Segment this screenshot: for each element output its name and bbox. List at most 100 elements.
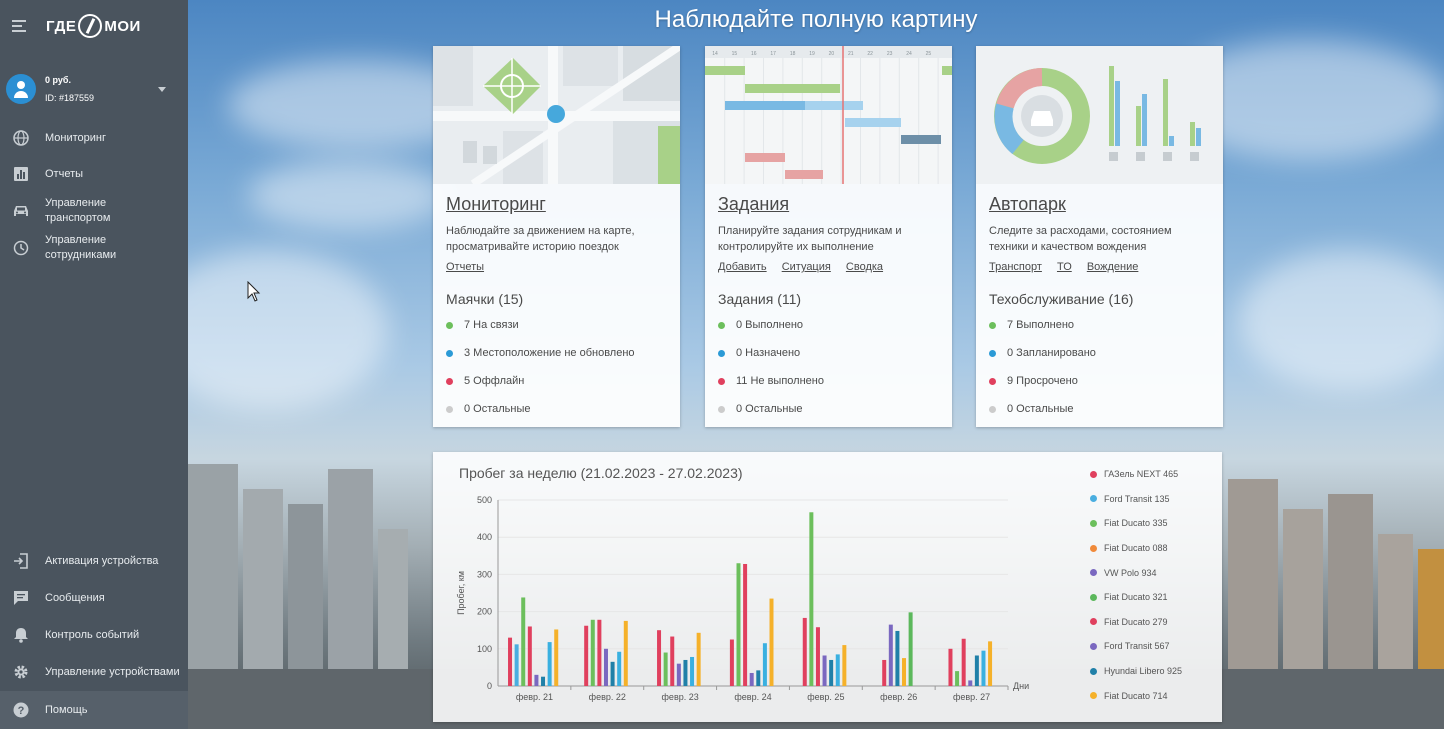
legend-item[interactable]: VW Polo 934 (1090, 560, 1182, 585)
chart-bar[interactable] (534, 674, 539, 686)
legend-item[interactable]: Fiat Ducato 279 (1090, 610, 1182, 635)
summary-link[interactable]: Сводка (846, 261, 883, 273)
chart-bar[interactable] (981, 650, 986, 686)
chart-bar[interactable] (590, 619, 595, 686)
sidebar-item-monitoring[interactable]: Мониторинг (0, 128, 188, 148)
chart-bar[interactable] (541, 676, 546, 686)
chart-bar[interactable] (749, 672, 754, 686)
chart-bar[interactable] (521, 597, 526, 686)
chart-bar[interactable] (743, 563, 748, 686)
chart-bar[interactable] (729, 639, 734, 687)
stat-item[interactable]: 11 Не выполнено (718, 367, 939, 395)
chart-bar[interactable] (809, 512, 814, 686)
legend-item[interactable]: Ford Transit 135 (1090, 487, 1182, 512)
chart-bar[interactable] (690, 656, 695, 686)
chart-bar[interactable] (617, 651, 622, 686)
tasks-title-link[interactable]: Задания (718, 194, 939, 215)
monitoring-card: Мониторинг Наблюдайте за движением на ка… (433, 46, 680, 427)
stat-item[interactable]: 0 Остальные (718, 395, 939, 423)
legend-item[interactable]: Ford Transit 567 (1090, 634, 1182, 659)
chart-bar[interactable] (663, 652, 668, 686)
sidebar-item-devices[interactable]: Управление устройствами (0, 662, 188, 682)
stat-item[interactable]: 7 Выполнено (989, 311, 1210, 339)
chart-bar[interactable] (974, 655, 979, 686)
chart-bar[interactable] (584, 625, 589, 686)
stat-item[interactable]: 9 Просрочено (989, 367, 1210, 395)
chart-bar[interactable] (527, 626, 532, 686)
fleet-title-link[interactable]: Автопарк (989, 194, 1210, 215)
legend-item[interactable]: Fiat Ducato 335 (1090, 511, 1182, 536)
chart-bar[interactable] (610, 661, 615, 686)
chart-bar[interactable] (955, 671, 960, 686)
chart-bar[interactable] (696, 632, 701, 686)
chart-bar[interactable] (802, 617, 807, 686)
chart-bar[interactable] (683, 659, 688, 686)
chart-bar[interactable] (882, 659, 887, 686)
chart-bar[interactable] (961, 638, 966, 686)
add-task-link[interactable]: Добавить (718, 261, 767, 273)
chart-bar[interactable] (988, 641, 993, 686)
chart-bar[interactable] (908, 612, 913, 686)
chart-bar[interactable] (888, 624, 893, 686)
sidebar-item-transport[interactable]: Управление транспортом (0, 195, 188, 227)
legend-item[interactable]: Fiat Ducato 714 (1090, 683, 1182, 708)
driving-link[interactable]: Вождение (1087, 261, 1139, 273)
logo[interactable]: ГДЕ МОИ (46, 14, 141, 38)
stat-item[interactable]: 0 Остальные (989, 395, 1210, 423)
legend-item[interactable]: Fiat Ducato 321 (1090, 585, 1182, 610)
sidebar-item-reports[interactable]: Отчеты (0, 164, 188, 184)
chart-bar[interactable] (835, 654, 840, 686)
maintenance-link[interactable]: ТО (1057, 261, 1072, 273)
chart-bar[interactable] (769, 598, 774, 686)
chevron-down-icon[interactable] (158, 86, 166, 92)
chart-bar[interactable] (762, 643, 767, 686)
stat-item[interactable]: 5 Оффлайн (446, 367, 667, 395)
chart-bar[interactable] (842, 645, 847, 686)
chart-bar[interactable] (508, 637, 513, 686)
chart-bar[interactable] (902, 658, 907, 686)
chart-bar[interactable] (554, 629, 559, 686)
situation-link[interactable]: Ситуация (782, 261, 831, 273)
chart-bar[interactable] (736, 563, 741, 686)
stat-item[interactable]: 3 Местоположение не обновлено (446, 339, 667, 367)
sidebar-item-help[interactable]: ? Помощь (0, 691, 188, 729)
chart-bar[interactable] (968, 680, 973, 686)
message-icon (11, 588, 31, 608)
chart-bar[interactable] (514, 644, 519, 686)
legend-item[interactable]: Fiat Ducato 088 (1090, 536, 1182, 561)
chart-bar[interactable] (623, 620, 628, 686)
chart-bar[interactable] (676, 663, 681, 686)
sidebar-item-employees[interactable]: Управление сотрудниками (0, 232, 188, 264)
chart-bar[interactable] (597, 619, 602, 686)
collapse-menu-icon[interactable] (12, 20, 28, 32)
chart-bar[interactable] (547, 642, 552, 686)
car-icon (11, 201, 31, 221)
stat-item[interactable]: 0 Запланировано (989, 339, 1210, 367)
chart-bar[interactable] (815, 627, 820, 686)
sidebar-item-label: Сообщения (45, 591, 105, 604)
chart-bar[interactable] (822, 655, 827, 686)
legend-item[interactable]: Hyundai Libero 925 (1090, 659, 1182, 684)
chart-bar[interactable] (895, 630, 900, 686)
legend-label: Fiat Ducato 279 (1104, 616, 1168, 627)
chart-bar[interactable] (657, 630, 662, 686)
sidebar-item-activation[interactable]: Активация устройства (0, 551, 188, 571)
sidebar-item-messages[interactable]: Сообщения (0, 588, 188, 608)
chart-bar[interactable] (603, 648, 608, 686)
chart-bar[interactable] (829, 659, 834, 686)
chart-bar[interactable] (756, 670, 761, 686)
stat-item[interactable]: 0 Назначено (718, 339, 939, 367)
legend-item[interactable]: ГАЗель NEXT 465 (1090, 462, 1182, 487)
stat-item[interactable]: 7 На связи (446, 311, 667, 339)
chart-bar[interactable] (948, 648, 953, 686)
sidebar-item-events[interactable]: Контроль событий (0, 625, 188, 645)
stat-label: 0 Остальные (736, 403, 803, 415)
stat-item[interactable]: 0 Остальные (446, 395, 667, 423)
sidebar-item-label: Мониторинг (45, 131, 107, 144)
reports-link[interactable]: Отчеты (446, 261, 484, 273)
monitoring-title-link[interactable]: Мониторинг (446, 194, 667, 215)
stat-item[interactable]: 0 Выполнено (718, 311, 939, 339)
account-selector[interactable]: 0 руб. ID: #187559 (0, 52, 188, 112)
transport-link[interactable]: Транспорт (989, 261, 1042, 273)
chart-bar[interactable] (670, 636, 675, 686)
